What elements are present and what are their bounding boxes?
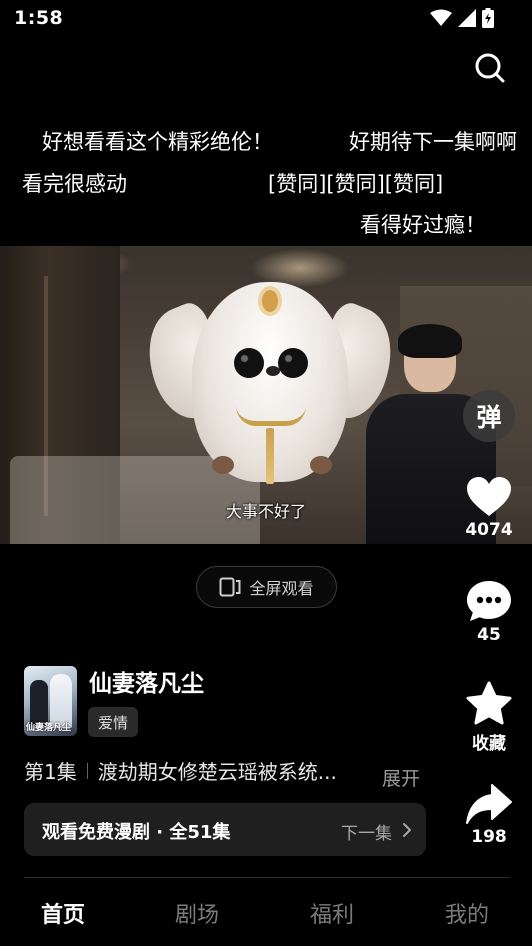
divider xyxy=(86,762,88,779)
star-icon xyxy=(466,681,512,725)
genre-label: 爱情 xyxy=(98,713,129,732)
favorite-label: 收藏 xyxy=(472,734,506,754)
status-time: 1:58 xyxy=(14,7,64,29)
next-episode-label[interactable]: 下一集 xyxy=(341,819,392,844)
tab-home[interactable]: 首页 xyxy=(41,897,85,929)
status-icons xyxy=(430,8,494,28)
danmaku-comment: 看完很感动 xyxy=(22,172,127,196)
tab-bar-divider xyxy=(24,877,510,878)
comment-button[interactable]: 45 xyxy=(459,579,519,645)
episode-info: 第1集 渡劫期女修楚云瑶被系统... xyxy=(24,756,337,785)
tab-theater[interactable]: 剧场 xyxy=(175,897,219,929)
chevron-right-icon xyxy=(403,823,411,837)
danmaku-comment: 好期待下一集啊啊 xyxy=(349,130,517,154)
battery-icon xyxy=(482,8,494,28)
status-bar: 1:58 xyxy=(0,0,532,36)
watch-series-bar[interactable]: 观看免费漫剧 · 全51集 下一集 xyxy=(24,803,426,856)
favorite-button[interactable]: 收藏 xyxy=(459,681,519,754)
comment-count: 45 xyxy=(477,625,501,645)
drama-cover[interactable]: 仙妻落凡尘 xyxy=(24,666,77,736)
fullscreen-icon xyxy=(219,577,241,597)
danmaku-comment: 好想看看这个精彩绝伦！ xyxy=(42,130,273,154)
share-button[interactable]: 198 xyxy=(459,783,519,847)
drama-title[interactable]: 仙妻落凡尘 xyxy=(89,664,204,698)
fullscreen-button[interactable]: 全屏观看 xyxy=(196,566,337,608)
danmaku-comment: [赞同][赞同][赞同] xyxy=(268,172,444,196)
comment-icon xyxy=(467,581,511,621)
video-creature xyxy=(132,256,408,506)
danmaku-comment: 看得好过瘾！ xyxy=(360,213,486,237)
tab-welfare[interactable]: 福利 xyxy=(310,897,354,929)
genre-tag[interactable]: 爱情 xyxy=(88,707,139,737)
episode-synopsis: 渡劫期女修楚云瑶被系统... xyxy=(97,760,337,784)
tab-mine[interactable]: 我的 xyxy=(445,897,489,929)
like-button[interactable]: 4074 xyxy=(459,476,519,540)
expand-button[interactable]: 展开 xyxy=(382,764,420,791)
wifi-icon xyxy=(430,9,452,26)
share-icon xyxy=(466,784,512,824)
signal-icon xyxy=(458,9,476,27)
video-subtitle: 大事不好了 xyxy=(225,502,306,521)
episode-number: 第1集 xyxy=(24,760,77,784)
like-count: 4074 xyxy=(465,520,513,540)
share-count: 198 xyxy=(471,827,507,847)
danmu-toggle-button[interactable]: 弹 xyxy=(463,390,515,442)
watch-series-label: 观看免费漫剧 · 全51集 xyxy=(42,822,231,843)
danmu-toggle-label: 弹 xyxy=(476,403,502,432)
search-icon[interactable] xyxy=(472,50,508,86)
cover-title: 仙妻落凡尘 xyxy=(26,723,72,733)
fullscreen-label: 全屏观看 xyxy=(249,579,314,598)
heart-icon xyxy=(467,477,511,516)
